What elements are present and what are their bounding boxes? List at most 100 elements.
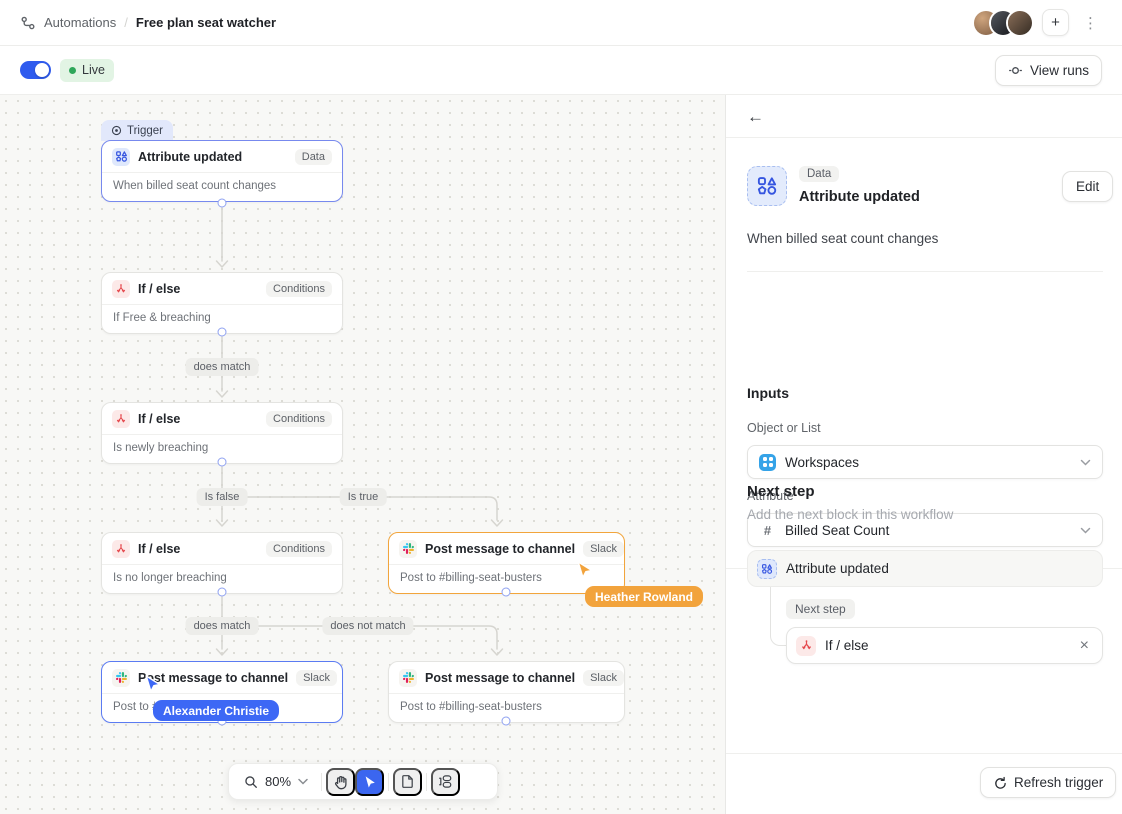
next-step-subtitle: Add the next block in this workflow	[747, 507, 953, 522]
divider	[747, 271, 1103, 272]
zoom-level: 80%	[265, 774, 291, 789]
edge-label-is-false: Is false	[197, 488, 248, 506]
hand-icon	[333, 774, 349, 790]
object-select[interactable]: Workspaces	[747, 445, 1103, 479]
parent-block-item[interactable]: Attribute updated	[747, 550, 1103, 587]
attribute-icon-large	[747, 166, 787, 206]
edge-label-does-match: does match	[186, 358, 259, 376]
connection-handle[interactable]	[218, 588, 227, 597]
node-title: If / else	[138, 282, 180, 296]
attribute-icon	[757, 559, 777, 579]
refresh-icon	[993, 776, 1007, 790]
branch-icon	[112, 540, 130, 558]
status-bar: Live View runs	[0, 46, 1122, 95]
next-step-pill: Next step	[786, 599, 855, 619]
block-description: When billed seat count changes	[747, 231, 938, 246]
parent-block-label: Attribute updated	[786, 561, 889, 576]
node-type-badge: Data	[295, 149, 332, 165]
edge-label-does-match: does match	[186, 617, 259, 635]
breadcrumb: Automations / Free plan seat watcher	[20, 15, 276, 31]
node-type-badge: Conditions	[266, 541, 332, 557]
target-icon	[111, 125, 122, 136]
top-header: Automations / Free plan seat watcher + ⋮	[0, 0, 1122, 46]
child-block-label: If / else	[825, 638, 869, 653]
workspaces-icon	[759, 454, 776, 471]
toggle-knob	[35, 63, 49, 77]
node-ifelse-free-breaching[interactable]: If / else Conditions If Free & breaching	[101, 272, 343, 334]
connection-handle[interactable]	[502, 717, 511, 726]
breadcrumb-section[interactable]: Automations	[44, 15, 116, 30]
edge-label-is-true: Is true	[340, 488, 387, 506]
workflow-canvas[interactable]: Trigger Attribute updated Data When bill…	[0, 95, 725, 814]
branch-icon	[112, 280, 130, 298]
node-title: Post message to channel	[425, 542, 575, 556]
branch-icon	[112, 410, 130, 428]
remove-step-icon[interactable]: ×	[1076, 637, 1093, 655]
inputs-heading: Inputs	[747, 385, 789, 401]
magnifier-icon	[244, 775, 258, 789]
slack-icon	[399, 669, 417, 687]
object-or-list-label: Object or List	[747, 421, 821, 435]
notes-tool-button[interactable]	[393, 768, 422, 796]
block-detail-panel: ← Data Attribute updated Edit When bille…	[725, 95, 1122, 814]
node-type-badge: Slack	[583, 541, 624, 557]
node-title: If / else	[138, 412, 180, 426]
connection-handle[interactable]	[218, 199, 227, 208]
page-title: Free plan seat watcher	[136, 15, 276, 30]
block-type-badge: Data	[799, 166, 839, 182]
node-slack-post-does-not-match[interactable]: Post message to channel Slack Post to #b…	[388, 661, 625, 723]
object-select-value: Workspaces	[785, 455, 859, 470]
cursor-tool-icon	[363, 775, 377, 789]
child-block-item[interactable]: If / else ×	[786, 627, 1103, 664]
slack-icon	[112, 669, 130, 687]
block-title: Attribute updated	[799, 189, 920, 205]
chevron-down-icon	[298, 778, 308, 785]
attribute-icon	[112, 148, 130, 166]
cursor-name-label: Alexander Christie	[153, 700, 279, 721]
chevron-down-icon	[1080, 459, 1091, 466]
connection-handle[interactable]	[218, 328, 227, 337]
toolbar-divider	[388, 773, 389, 791]
node-type-badge: Slack	[583, 670, 624, 686]
connection-handle[interactable]	[502, 588, 511, 597]
node-title: If / else	[138, 542, 180, 556]
nesting-connector	[770, 587, 786, 646]
node-ifelse-newly-breaching[interactable]: If / else Conditions Is newly breaching	[101, 402, 343, 464]
zoom-dropdown[interactable]: 80%	[235, 768, 317, 796]
edge-label-does-not-match: does not match	[322, 617, 413, 635]
divider	[726, 753, 1122, 754]
pan-tool-button[interactable]	[326, 768, 355, 796]
attribute-select-value: Billed Seat Count	[785, 523, 889, 538]
select-tool-button[interactable]	[355, 768, 384, 796]
refresh-trigger-button[interactable]: Refresh trigger	[980, 767, 1116, 798]
node-title: Attribute updated	[138, 150, 242, 164]
blocks-tool-button[interactable]	[431, 768, 460, 796]
live-toggle[interactable]	[20, 61, 51, 79]
node-type-badge: Conditions	[266, 411, 332, 427]
node-ifelse-no-longer-breaching[interactable]: If / else Conditions Is no longer breach…	[101, 532, 343, 594]
collaborator-cursor-heather: Heather Rowland	[575, 560, 595, 585]
view-runs-button[interactable]: View runs	[995, 55, 1102, 86]
back-icon[interactable]: ←	[747, 108, 764, 125]
panel-topbar: ←	[726, 95, 1122, 138]
number-attribute-icon: #	[759, 523, 776, 538]
live-label: Live	[82, 63, 105, 77]
cursor-arrow-icon	[575, 560, 595, 580]
page-icon	[400, 774, 415, 789]
kebab-menu-icon[interactable]: ⋮	[1079, 14, 1102, 32]
cursor-name-label: Heather Rowland	[585, 586, 703, 607]
connection-handle[interactable]	[218, 458, 227, 467]
collaborator-avatars	[974, 11, 1032, 35]
blocks-icon	[438, 774, 453, 789]
node-trigger-attribute-updated[interactable]: Attribute updated Data When billed seat …	[101, 140, 343, 202]
toolbar-divider	[321, 773, 322, 791]
invite-button[interactable]: +	[1042, 9, 1069, 36]
avatar[interactable]	[1008, 11, 1032, 35]
chevron-down-icon	[1080, 527, 1091, 534]
next-step-heading: Next step	[747, 483, 815, 500]
edit-button[interactable]: Edit	[1062, 171, 1113, 202]
node-title: Post message to channel	[425, 671, 575, 685]
slack-icon	[399, 540, 417, 558]
node-type-badge: Conditions	[266, 281, 332, 297]
node-type-badge: Slack	[296, 670, 337, 686]
